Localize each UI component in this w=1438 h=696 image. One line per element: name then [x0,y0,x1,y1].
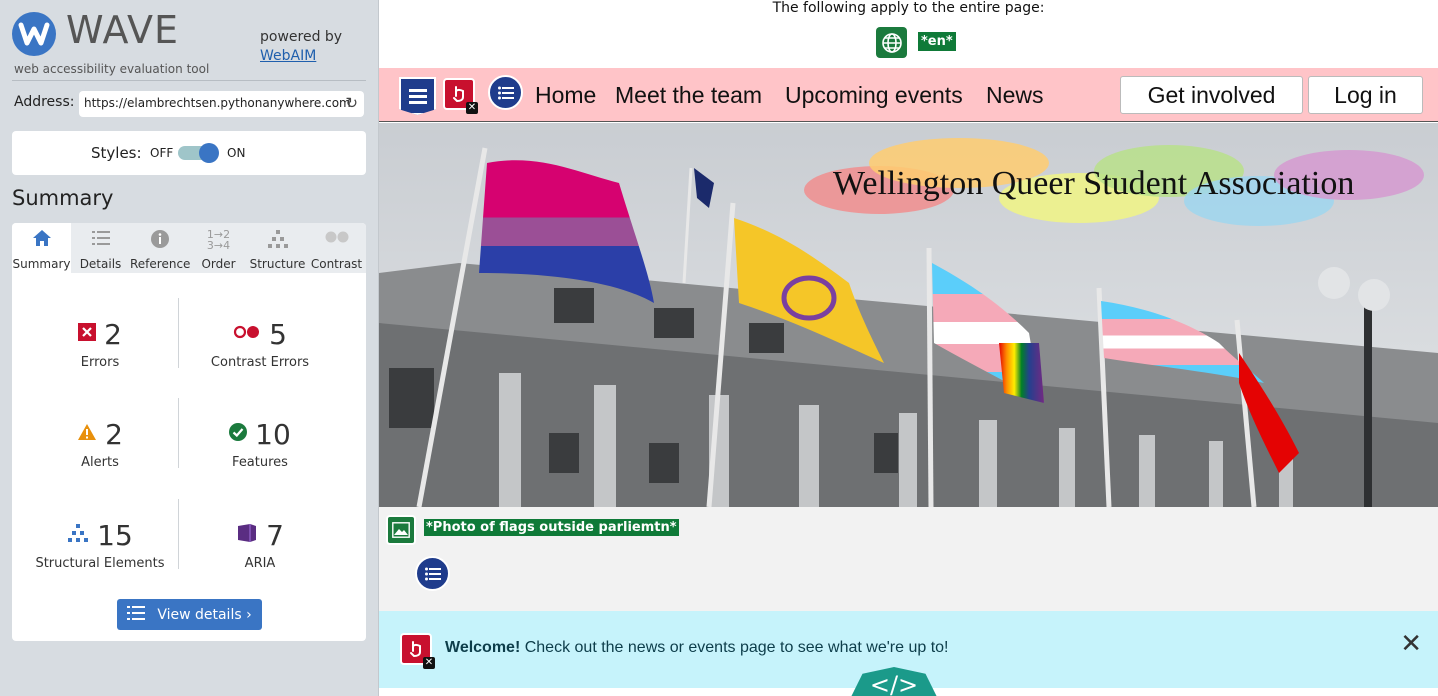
tab-contrast[interactable]: Contrast [307,223,366,273]
tab-reference[interactable]: Reference [130,223,191,273]
aria-count: 7 [266,518,284,552]
structure-icon [67,524,89,546]
stat-errors[interactable]: 2 Errors [20,317,180,370]
summary-panel: Summary Details Reference 1→23→4 Order [12,223,366,641]
wave-tagline: web accessibility evaluation tool [14,62,210,76]
close-icon[interactable]: ✕ [1400,629,1422,659]
list-structure-icon[interactable] [415,556,450,591]
structural-label: Structural Elements [35,556,165,571]
toggle-knob [199,143,219,163]
view-details-label: View details › [157,606,252,623]
contrast-error-icon [233,324,261,344]
structure-icon [248,229,307,251]
reload-icon[interactable]: ↻ [345,94,358,112]
stat-structural[interactable]: 15 Structural Elements [20,518,180,572]
nav-home[interactable]: Home [535,82,596,109]
site-nav-bar: ✕ Home Meet the team Upcoming events New… [379,68,1438,122]
tab-structure[interactable]: Structure [248,223,307,273]
order-icon: 1→2 3→4 [206,228,231,252]
error-badge-icon[interactable]: ✕ [400,633,435,669]
error-close-icon: ✕ [466,102,478,114]
wave-sidebar: WAVE web accessibility evaluation tool p… [0,0,379,696]
stat-contrast-errors[interactable]: 5 Contrast Errors [180,317,340,371]
features-label: Features [232,455,288,470]
wave-logo-text: WAVE [66,8,180,52]
stat-aria[interactable]: 7 ARIA [180,518,340,571]
styles-label: Styles: [91,144,142,162]
hero-title: Wellington Queer Student Association [833,165,1355,202]
page-preview: The following apply to the entire page: … [379,0,1438,696]
styles-off-label: OFF [150,146,174,160]
tab-label: Order [201,257,236,271]
error-icon [78,323,97,345]
tab-label: Structure [249,257,306,271]
tab-order[interactable]: 1→2 3→4 Order [189,223,248,273]
list-icon [127,605,146,624]
wave-logo-icon [12,12,56,56]
welcome-bold: Welcome! [445,639,521,656]
styles-toggle[interactable] [178,143,219,163]
list-structure-icon[interactable] [488,75,523,110]
tab-label: Contrast [310,257,363,271]
login-button[interactable]: Log in [1308,76,1423,114]
stat-divider [178,298,179,368]
powered-by: powered by WebAIM [260,28,342,66]
errors-label: Errors [80,355,120,370]
alerts-label: Alerts [81,455,119,470]
feature-check-icon [229,423,248,445]
image-alt-text[interactable]: *Photo of flags outside parliemtn* [424,519,679,536]
image-alt-annotation: *Photo of flags outside parliemtn* [379,507,1438,611]
stat-divider [178,499,179,569]
entire-page-note: The following apply to the entire page: [772,0,1045,16]
alerts-count: 2 [105,417,123,451]
image-alt-icon[interactable] [386,515,416,545]
features-count: 10 [255,417,291,451]
tab-label: Details [79,257,122,271]
panel-tabs: Summary Details Reference 1→23→4 Order [12,223,366,273]
get-involved-button[interactable]: Get involved [1120,76,1303,114]
welcome-body: Check out the news or events page to see… [520,639,949,656]
hero-image: Wellington Queer Student Association [379,123,1438,507]
stat-alerts[interactable]: 2 Alerts [20,417,180,470]
tab-details[interactable]: Details [71,223,130,273]
divider [12,80,366,81]
language-globe-icon[interactable] [876,27,907,58]
styles-toggle-panel: Styles: OFF ON [12,131,366,175]
error-badge-icon[interactable]: ✕ [443,78,478,114]
home-icon [12,229,71,251]
navigation-landmark-icon[interactable] [399,77,436,115]
tab-label: Reference [130,257,191,271]
errors-count: 2 [104,317,122,351]
address-label: Address: [14,94,75,110]
tab-summary[interactable]: Summary [12,223,71,273]
tab-label: Summary [12,257,71,271]
welcome-message: Welcome! Check out the news or events pa… [445,639,948,657]
stat-features[interactable]: 10 Features [180,417,340,470]
nav-upcoming-events[interactable]: Upcoming events [785,82,963,109]
list-icon [71,229,130,251]
info-icon [130,229,189,251]
alert-icon [77,423,97,445]
contrast-errors-label: Contrast Errors [210,355,310,370]
nav-news[interactable]: News [986,82,1044,109]
powered-by-label: powered by [260,29,343,45]
structural-count: 15 [97,518,133,552]
error-close-icon: ✕ [423,657,435,669]
language-tag[interactable]: *en* [918,32,956,51]
nav-meet-the-team[interactable]: Meet the team [615,82,762,109]
contrast-errors-count: 5 [269,317,287,351]
aria-label: ARIA [244,556,276,571]
address-input[interactable]: https://elambrechtsen.pythonanywhere.com… [79,91,364,117]
address-value: https://elambrechtsen.pythonanywhere.com [84,96,351,110]
aria-icon [236,522,258,548]
contrast-icon [307,229,366,251]
summary-heading: Summary [12,186,114,210]
webaim-link[interactable]: WebAIM [260,48,316,64]
styles-on-label: ON [227,146,246,160]
stat-divider [178,398,179,468]
view-details-button[interactable]: View details › [117,599,262,630]
